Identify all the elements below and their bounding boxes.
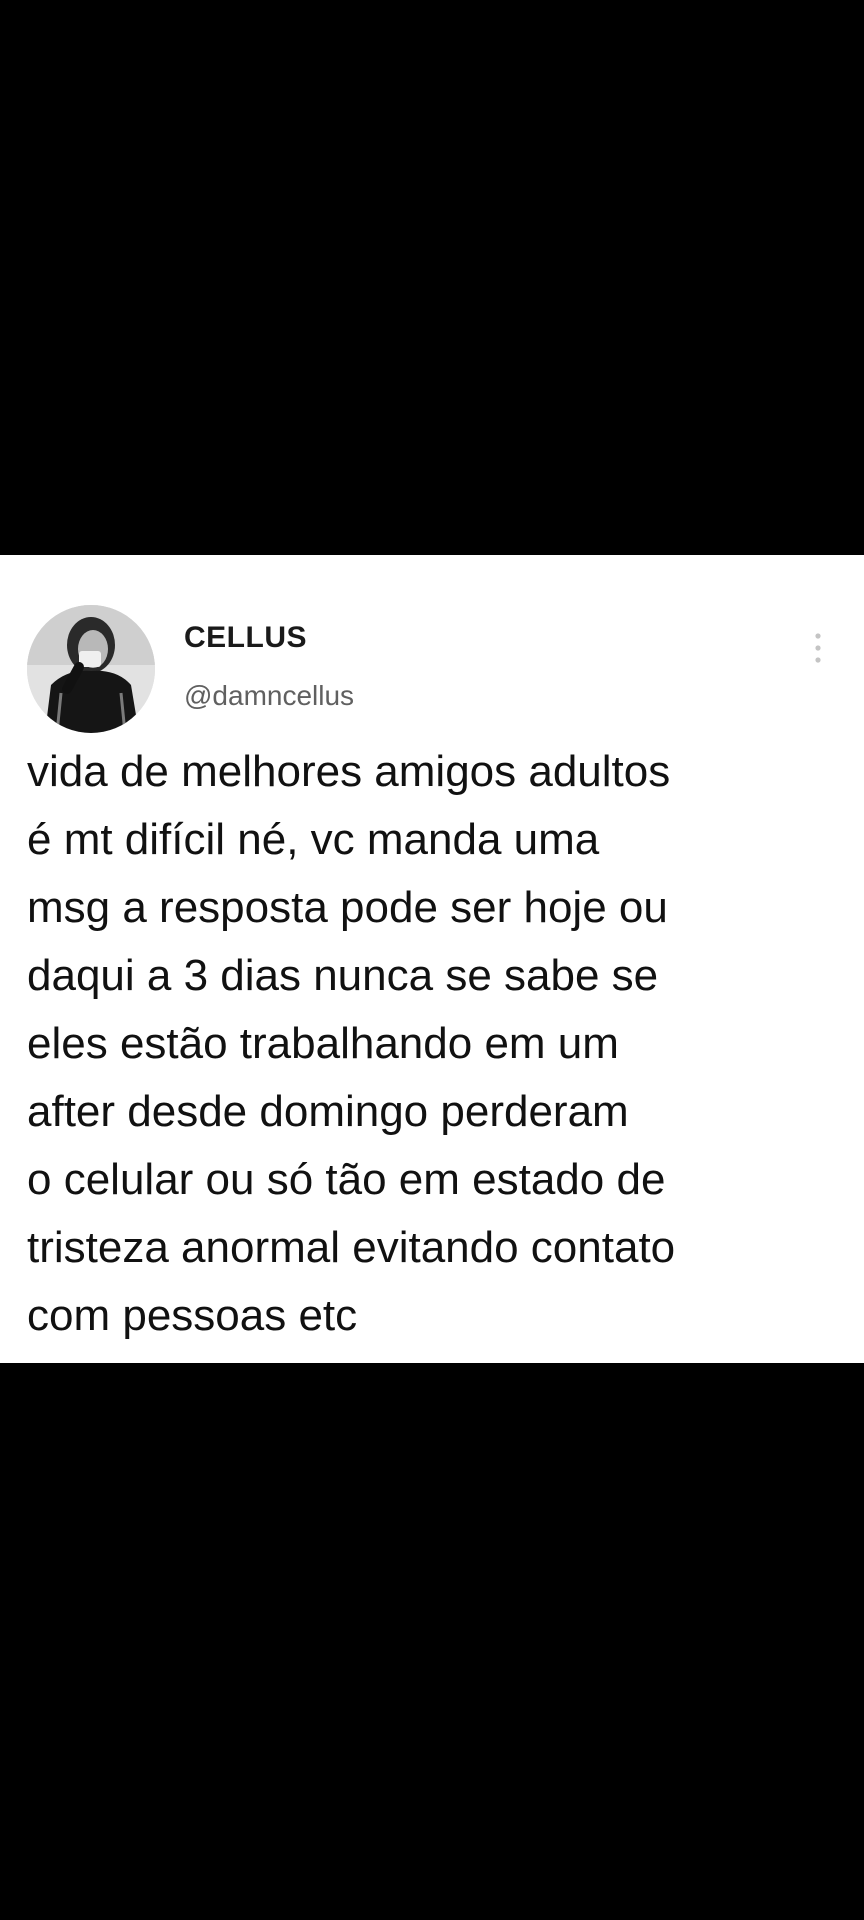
tweet-text-line: o celular ou só tão em estado de (27, 1155, 666, 1204)
tweet-text-line: eles estão trabalhando em um (27, 1019, 619, 1068)
tweet-text-line: tristeza anormal evitando contato (27, 1223, 676, 1272)
tweet-text-line: msg a resposta pode ser hoje ou (27, 883, 668, 932)
screen: CELLUS @damncellus vida de melhores amig… (0, 0, 864, 1920)
avatar-photo (27, 605, 155, 733)
tweet-text-line: daqui a 3 dias nunca se sabe se (27, 951, 659, 1000)
avatar[interactable] (27, 605, 155, 733)
vertical-ellipsis-icon[interactable] (808, 628, 828, 668)
user-handle[interactable]: @damncellus (184, 682, 354, 710)
tweet-text: vida de melhores amigos adultos é mt dif… (27, 738, 847, 1350)
tweet-text-line: com pessoas etc (27, 1291, 358, 1340)
tweet-text-line: é mt difícil né, vc manda uma (27, 815, 600, 864)
tweet-text-line: after desde domingo perderam (27, 1087, 629, 1136)
tweet-text-line: vida de melhores amigos adultos (27, 747, 671, 796)
tweet-card[interactable]: CELLUS @damncellus vida de melhores amig… (0, 555, 864, 1363)
display-name[interactable]: CELLUS (184, 623, 307, 653)
